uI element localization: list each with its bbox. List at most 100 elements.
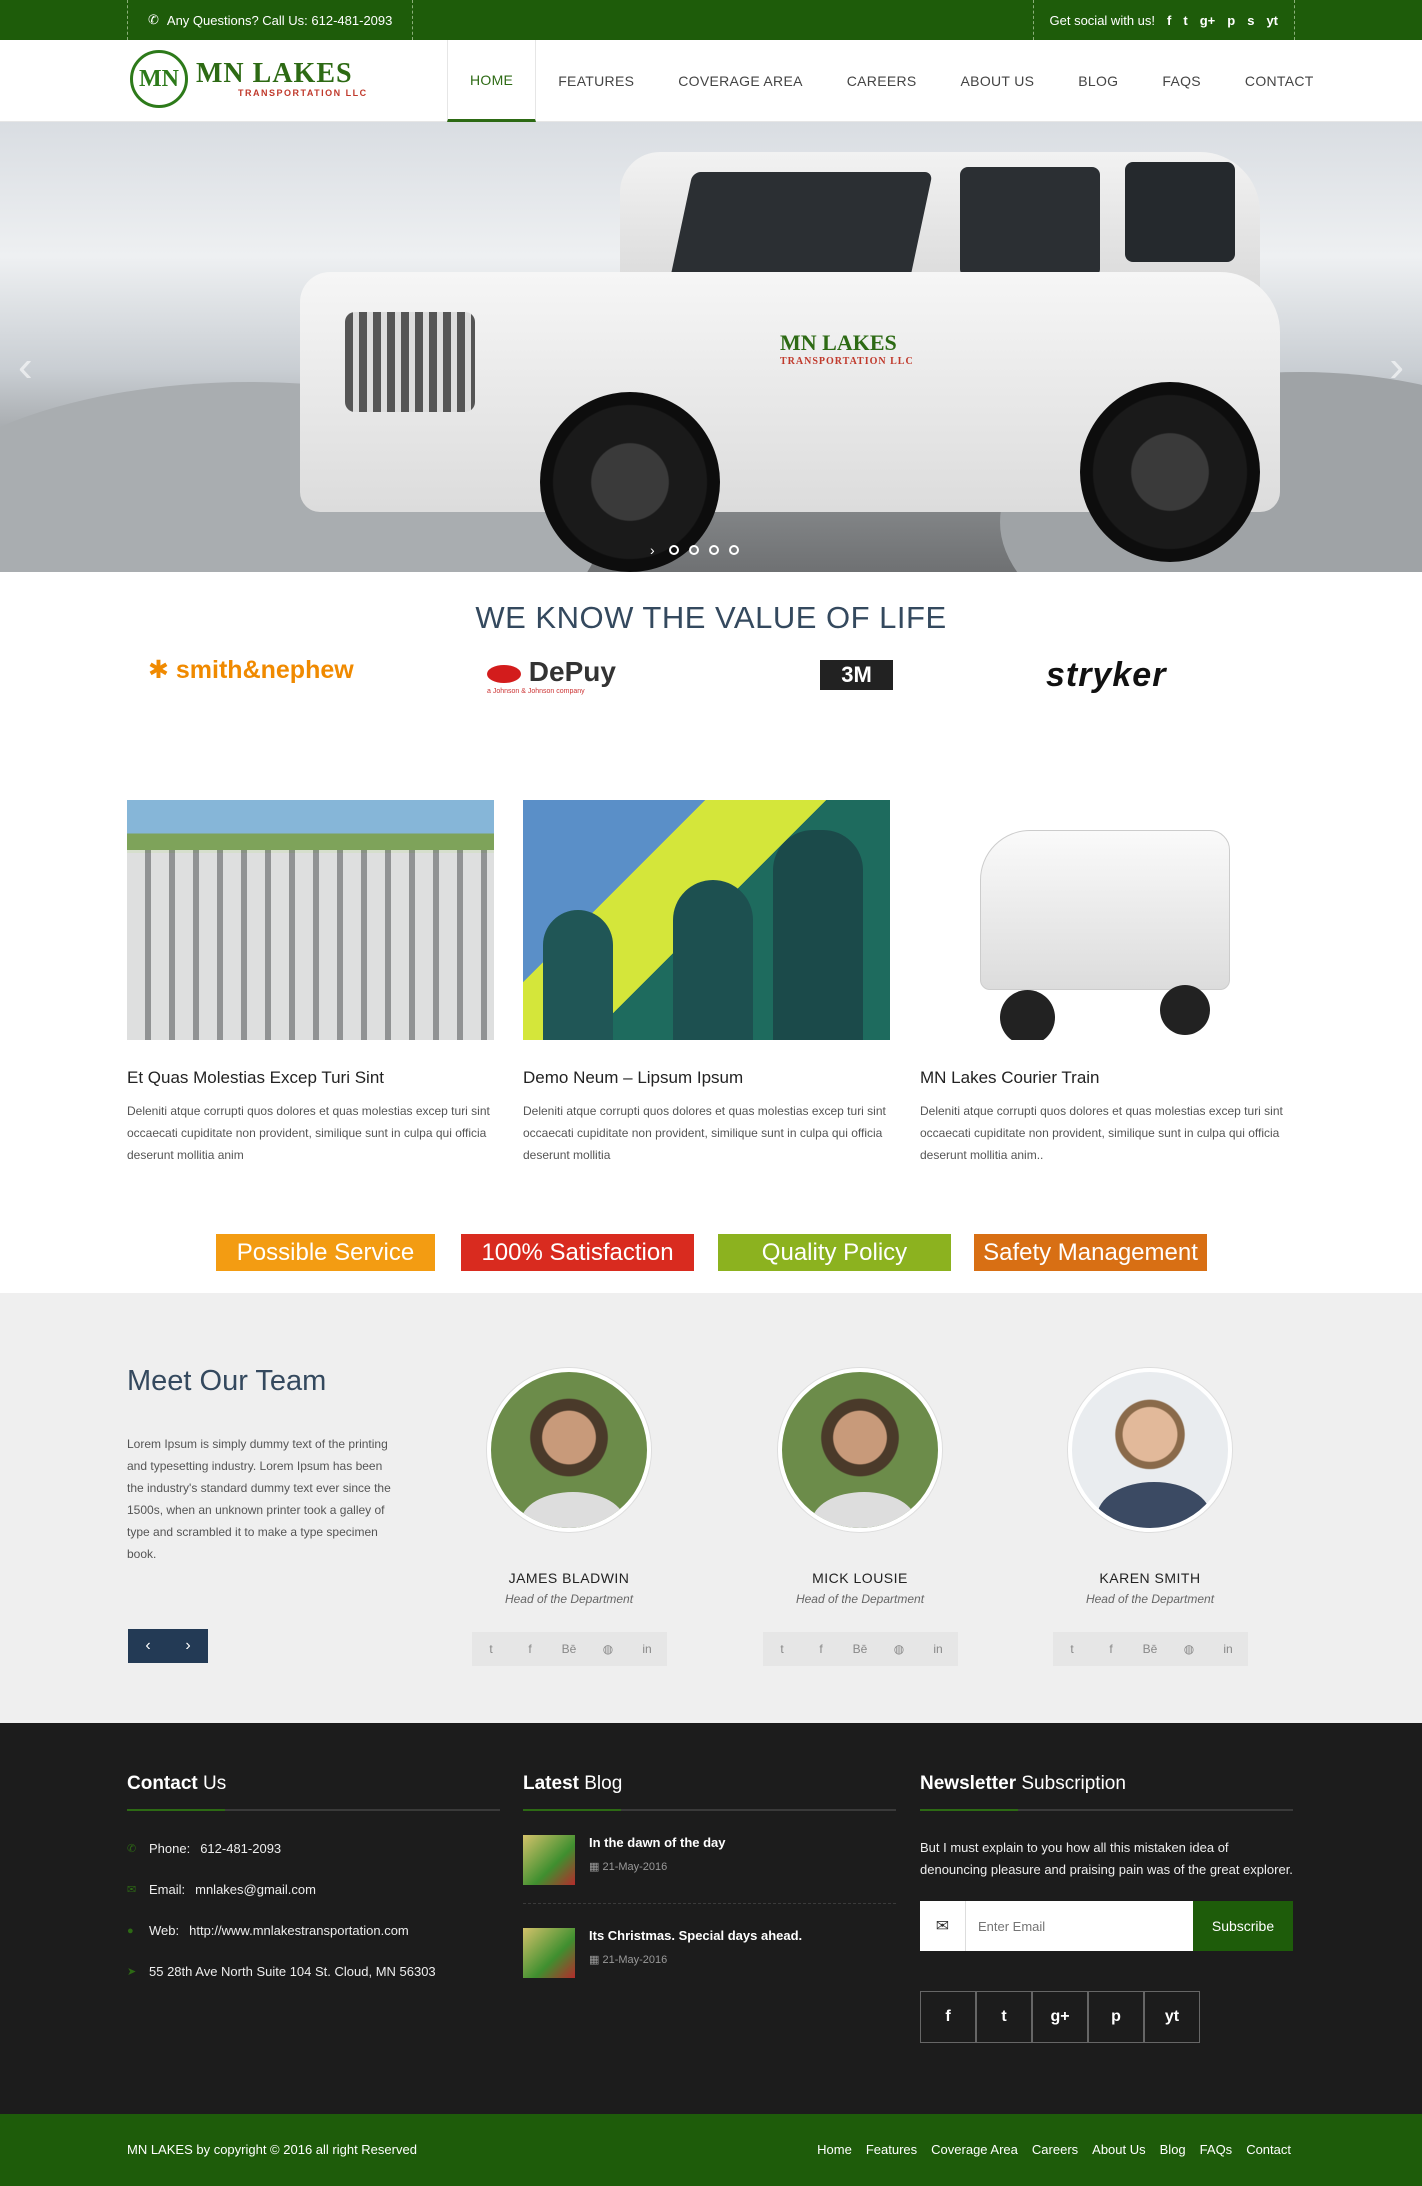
footer-link-features[interactable]: Features [866, 2142, 917, 2157]
member-name: KAREN SMITH [1099, 1570, 1201, 1586]
footer-link-careers[interactable]: Careers [1032, 2142, 1078, 2157]
bottom-bar: MN LAKES by copyright © 2016 all right R… [0, 2114, 1422, 2186]
footer-link-blog[interactable]: Blog [1160, 2142, 1186, 2157]
hero-slider: MN LAKES TRANSPORTATION LLC ‹ › › [0, 122, 1422, 572]
nav-coverage-area[interactable]: COVERAGE AREA [656, 40, 825, 122]
dribbble-icon[interactable]: ◍ [1170, 1632, 1209, 1666]
team-intro: Lorem Ipsum is simply dummy text of the … [127, 1437, 391, 1561]
footer-link-coverage-area[interactable]: Coverage Area [931, 2142, 1018, 2157]
blog-thumbnail [523, 1835, 575, 1885]
footer-link-faqs[interactable]: FAQs [1200, 2142, 1233, 2157]
youtube-icon[interactable]: yt [1144, 1991, 1200, 2043]
nav-home[interactable]: HOME [447, 40, 537, 122]
avatar-shirt [521, 1492, 625, 1528]
team-prev-button[interactable]: ‹ [128, 1629, 168, 1663]
nav-blog[interactable]: BLOG [1056, 40, 1140, 122]
twitter-icon[interactable]: t [1183, 13, 1187, 28]
calendar-icon: ▦ [589, 1861, 603, 1873]
dribbble-icon[interactable]: ◍ [880, 1632, 919, 1666]
twitter-icon[interactable]: t [763, 1632, 802, 1666]
youtube-icon[interactable]: yt [1266, 13, 1278, 28]
linkedin-icon[interactable]: in [628, 1632, 667, 1666]
member-role: Head of the Department [504, 1592, 634, 1606]
dribbble-icon[interactable]: ◍ [589, 1632, 628, 1666]
blog-post[interactable]: Its Christmas. Special days ahead. ▦ 21-… [523, 1928, 896, 1996]
hero-prev-arrow-icon[interactable]: ‹ [18, 342, 33, 392]
depuy-icon [487, 664, 521, 683]
footer-social: f t g+ p yt [920, 1991, 1293, 2043]
member-role: Head of the Department [795, 1592, 925, 1606]
nav-careers[interactable]: CAREERS [825, 40, 939, 122]
nav-contact[interactable]: CONTACT [1223, 40, 1336, 122]
footer-link-contact[interactable]: Contact [1246, 2142, 1291, 2157]
facebook-icon[interactable]: f [802, 1632, 841, 1666]
footer-blog: Latest Blog In the dawn of the day ▦ 21-… [523, 1773, 896, 1996]
nav-about-us[interactable]: ABOUT US [939, 40, 1057, 122]
twitter-icon[interactable]: t [976, 1991, 1032, 2043]
hero-pagination: › [650, 542, 739, 558]
google-plus-icon[interactable]: g+ [1032, 1991, 1088, 2043]
twitter-icon[interactable]: t [1053, 1632, 1092, 1666]
twitter-icon[interactable]: t [472, 1632, 511, 1666]
skype-icon[interactable]: s [1247, 13, 1254, 28]
subscribe-button[interactable]: Subscribe [1193, 1901, 1293, 1951]
footer-link-home[interactable]: Home [817, 2142, 852, 2157]
blog-date: ▦ 21-May-2016 [589, 1954, 668, 1966]
newsletter-text: But I must explain to you how all this m… [920, 1840, 1293, 1877]
logo-name: MN LAKES [196, 58, 353, 89]
nav-features[interactable]: FEATURES [536, 40, 656, 122]
avatar [1068, 1368, 1232, 1532]
service-title[interactable]: Et Quas Molestias Excep Turi Sint [127, 1068, 494, 1088]
hero-dot[interactable] [728, 545, 739, 555]
facebook-icon[interactable]: f [1167, 13, 1171, 28]
newsletter-form: ✉ Subscribe [920, 1901, 1293, 1951]
service-title[interactable]: MN Lakes Courier Train [920, 1068, 1287, 1088]
badge-safety-management: Safety Management [974, 1234, 1207, 1271]
facebook-icon[interactable]: f [920, 1991, 976, 2043]
pinterest-icon[interactable]: p [1088, 1991, 1144, 2043]
hero-dot[interactable] [708, 545, 719, 555]
blog-title[interactable]: Its Christmas. Special days ahead. [589, 1928, 802, 1943]
blog-post[interactable]: In the dawn of the day ▦ 21-May-2016 [523, 1835, 896, 1904]
hero-dot[interactable] [688, 545, 699, 555]
linkedin-icon[interactable]: in [1209, 1632, 1248, 1666]
badge-quality-policy: Quality Policy [718, 1234, 951, 1271]
footer-link-about-us[interactable]: About Us [1092, 2142, 1145, 2157]
site-logo[interactable]: MN MN LAKES TRANSPORTATION LLC [130, 50, 368, 108]
hero-next-arrow-icon[interactable]: › [1389, 342, 1404, 392]
logo-mark: MN [130, 50, 188, 108]
team-next-button[interactable]: › [168, 1629, 208, 1663]
smith-nephew-icon: ✱ [148, 656, 176, 684]
facebook-icon[interactable]: f [1092, 1632, 1131, 1666]
blog-title[interactable]: In the dawn of the day [589, 1835, 726, 1850]
hero-dot[interactable] [668, 545, 679, 555]
member-social: t f Bē ◍ in [762, 1632, 958, 1666]
behance-icon[interactable]: Bē [841, 1632, 880, 1666]
behance-icon[interactable]: Bē [550, 1632, 589, 1666]
service-text: Deleniti atque corrupti quos dolores et … [920, 1104, 1283, 1162]
avatar-suit [1097, 1482, 1211, 1528]
pinterest-icon[interactable]: p [1227, 13, 1235, 28]
value-heading: WE KNOW THE VALUE OF LIFE [475, 600, 947, 635]
google-plus-icon[interactable]: g+ [1200, 13, 1216, 28]
nav-faqs[interactable]: FAQS [1140, 40, 1223, 122]
vehicle-window [960, 167, 1100, 277]
team-member: MICK LOUSIE Head of the Department t f B… [710, 1368, 1010, 1666]
avatar [487, 1368, 651, 1532]
contact-web: ● Web: http://www.mnlakestransportation.… [127, 1923, 409, 1938]
envelope-icon: ✉ [920, 1901, 966, 1951]
email-icon: ✉ [127, 1884, 137, 1896]
van-wheel [1000, 990, 1055, 1040]
site-header: MN MN LAKES TRANSPORTATION LLC HOME FEAT… [0, 40, 1422, 122]
vehicle-grille [345, 312, 475, 412]
linkedin-icon[interactable]: in [919, 1632, 958, 1666]
facebook-icon[interactable]: f [511, 1632, 550, 1666]
play-icon[interactable]: › [650, 542, 655, 558]
behance-icon[interactable]: Bē [1131, 1632, 1170, 1666]
paramedic-figure [543, 910, 613, 1040]
service-title[interactable]: Demo Neum – Lipsum Ipsum [523, 1068, 890, 1088]
team-section: Meet Our Team Lorem Ipsum is simply dumm… [0, 1293, 1422, 1723]
fleet-vehicles [127, 850, 494, 1040]
email-input[interactable] [966, 1901, 1193, 1951]
team-member: KAREN SMITH Head of the Department t f B… [1000, 1368, 1300, 1666]
